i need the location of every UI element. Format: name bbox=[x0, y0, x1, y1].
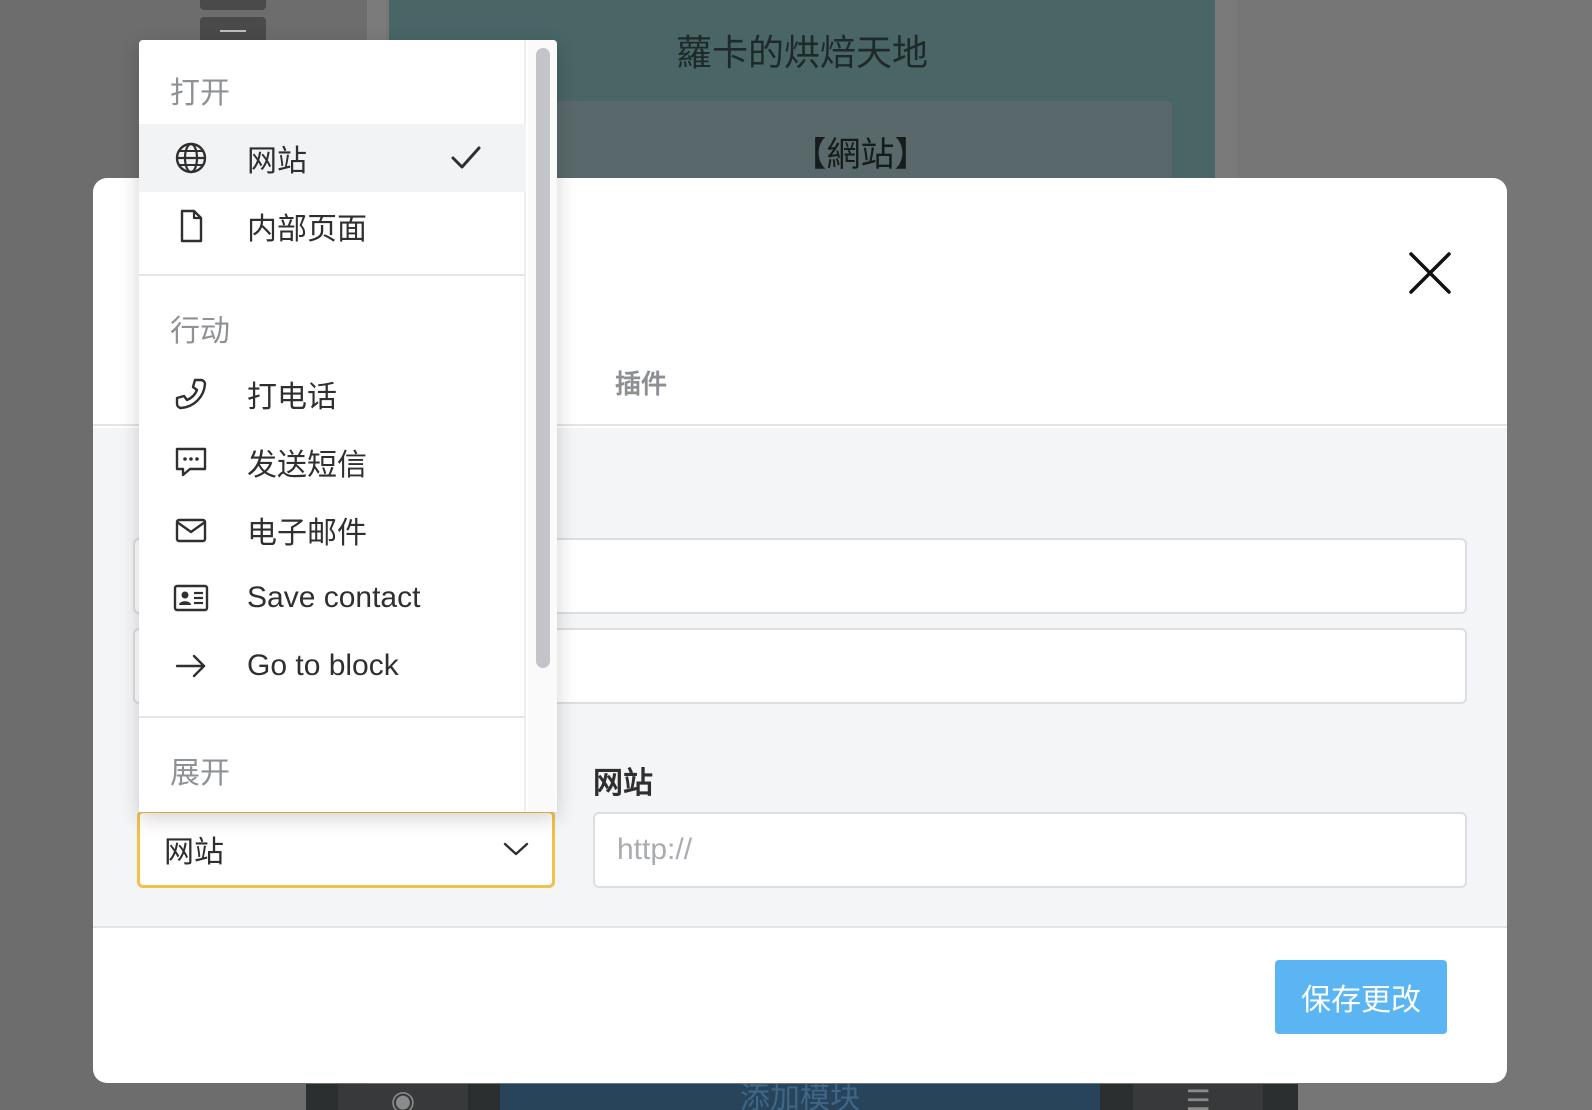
menu-divider bbox=[139, 716, 526, 718]
sliders-icon: ☰ bbox=[1133, 1084, 1263, 1110]
eye-icon: ◉ bbox=[338, 1084, 468, 1110]
menu-item-email[interactable]: 电子邮件 bbox=[139, 496, 526, 564]
url-field-label: 网站 bbox=[593, 766, 653, 801]
menu-item-label: 电子邮件 bbox=[247, 517, 367, 550]
menu-item-label: 打电话 bbox=[247, 381, 337, 414]
arrow-right-icon bbox=[175, 654, 206, 678]
menu-item-call[interactable]: 打电话 bbox=[139, 360, 526, 428]
menu-item-go-to-block[interactable]: Go to block bbox=[139, 632, 526, 700]
menu-item-internal-page[interactable]: 内部页面 bbox=[139, 192, 526, 260]
menu-scrollbar[interactable] bbox=[528, 40, 557, 812]
phone-icon bbox=[175, 378, 207, 410]
menu-item-label: 发送短信 bbox=[247, 449, 367, 482]
checkmark-icon bbox=[451, 146, 481, 169]
url-input[interactable] bbox=[593, 812, 1467, 888]
menu-item-sms[interactable]: 发送短信 bbox=[139, 428, 526, 496]
link-type-select[interactable]: 网站 bbox=[137, 810, 555, 888]
menu-scrollbar-thumb[interactable] bbox=[536, 48, 550, 668]
menu-list: 打开 网站 内部页面 行动 打电话 发送短信 电子邮件 Save contact… bbox=[139, 40, 526, 812]
chevron-down-icon bbox=[503, 842, 529, 856]
menu-item-save-contact[interactable]: Save contact bbox=[139, 564, 526, 632]
tab-plugins[interactable]: 插件 bbox=[615, 364, 667, 401]
drag-handle-top bbox=[200, 0, 266, 10]
globe-icon bbox=[175, 142, 207, 174]
close-icon[interactable] bbox=[1407, 250, 1453, 296]
menu-item-website[interactable]: 网站 bbox=[139, 124, 526, 192]
menu-divider bbox=[139, 274, 526, 276]
save-changes-button[interactable]: 保存更改 bbox=[1275, 960, 1447, 1034]
preview-link-button: 【網站】 bbox=[549, 101, 1172, 181]
page-icon bbox=[180, 209, 203, 243]
link-type-menu: 打开 网站 内部页面 行动 打电话 发送短信 电子邮件 Save contact… bbox=[139, 40, 557, 812]
add-block-button: 添加模块 bbox=[500, 1084, 1100, 1110]
menu-item-label: Save contact bbox=[247, 581, 421, 614]
envelope-icon bbox=[175, 518, 207, 543]
menu-group-title: 打开 bbox=[170, 76, 230, 111]
menu-group-title: 展开 bbox=[170, 756, 230, 791]
link-type-select-value: 网站 bbox=[164, 835, 224, 870]
menu-item-label: 网站 bbox=[247, 145, 307, 178]
menu-item-label: Go to block bbox=[247, 649, 399, 682]
contact-card-icon bbox=[173, 584, 209, 612]
background-gutter-right bbox=[1215, 0, 1237, 180]
message-icon bbox=[175, 447, 207, 477]
menu-group-title: 行动 bbox=[170, 314, 230, 349]
menu-item-label: 内部页面 bbox=[247, 213, 367, 246]
